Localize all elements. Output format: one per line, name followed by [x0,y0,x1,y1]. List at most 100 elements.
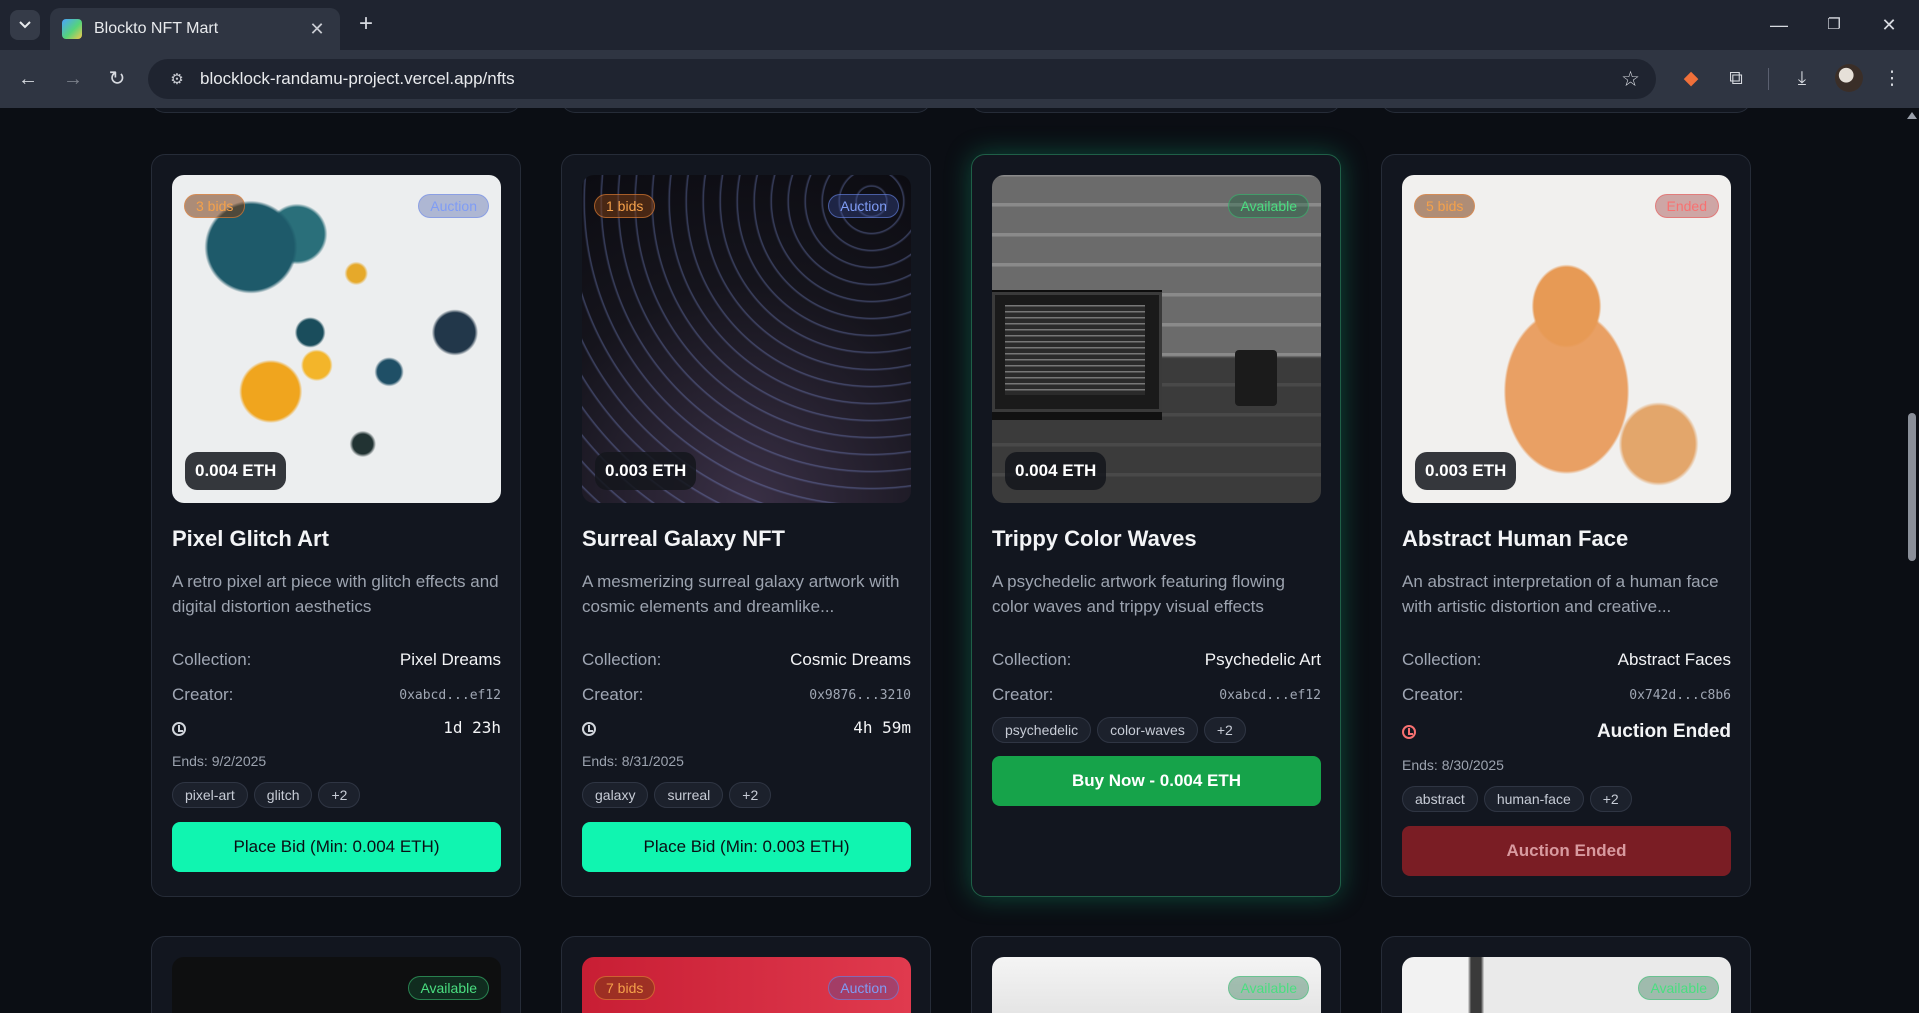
status-badge: Available [1638,976,1719,1000]
nft-title[interactable]: Pixel Glitch Art [172,526,329,552]
timer-icon [1402,725,1416,739]
nft-image[interactable]: Available 0.004 ETH [992,175,1321,503]
laptop-illustration [992,292,1162,412]
nft-title[interactable]: Trippy Color Waves [992,526,1197,552]
tag[interactable]: abstract [1402,786,1478,812]
place-bid-button[interactable]: Place Bid (Min: 0.004 ETH) [172,822,501,872]
price-badge: 0.003 ETH [595,452,697,490]
bid-count-badge: 5 bids [1414,194,1476,218]
metamask-extension-icon[interactable]: ◆ [1676,64,1706,94]
time-remaining: 1d 23h [443,718,501,737]
scroll-up-icon[interactable] [1907,112,1917,119]
bid-count-badge: 7 bids [594,976,656,1000]
forward-button[interactable]: → [58,64,88,94]
nft-card[interactable]: 1 bids Auction 0.003 ETH Surreal Galaxy … [561,154,931,897]
collection-label: Collection: [582,650,662,669]
restore-button[interactable]: ❐ [1819,10,1849,40]
more-tags[interactable]: +2 [1203,717,1246,743]
auction-end-date: Ends: 8/31/2025 [582,753,684,769]
status-badge: Ended [1654,194,1719,218]
timer-row: 4h 59m [582,718,911,742]
more-tags[interactable]: +2 [318,782,361,808]
nft-card[interactable]: Available [151,936,521,1013]
browser-toolbar: ← → ↻ ⚙ blocklock-randamu-project.vercel… [0,50,1919,108]
url-text[interactable]: blocklock-randamu-project.vercel.app/nft… [200,69,1621,89]
creator-label: Creator: [172,685,234,704]
close-window-button[interactable]: ✕ [1874,10,1904,40]
site-info-icon[interactable]: ⚙ [164,66,190,92]
nft-card[interactable]: 3 bids Auction 0.004 ETH Pixel Glitch Ar… [151,154,521,897]
minimize-button[interactable]: — [1764,10,1794,40]
nft-title[interactable]: Surreal Galaxy NFT [582,526,785,552]
creator-address: 0x9876...3210 [809,688,911,703]
toolbar-divider [1768,68,1769,90]
nft-image[interactable]: 1 bids Auction 0.003 ETH [582,175,911,503]
tag[interactable]: glitch [253,782,313,808]
reload-button[interactable]: ↻ [102,64,132,94]
creator-label: Creator: [582,685,644,704]
bookmark-star-icon[interactable]: ☆ [1621,67,1640,92]
creator-label: Creator: [1402,685,1464,704]
close-icon[interactable]: ✕ [306,19,328,40]
tag[interactable]: galaxy [582,782,649,808]
more-tags[interactable]: +2 [729,782,772,808]
chevron-down-icon [19,21,31,29]
tag-list: galaxy surreal +2 [582,782,772,808]
profile-avatar[interactable] [1835,64,1863,92]
more-menu-icon[interactable]: ⋮ [1877,64,1907,94]
nft-image[interactable]: 3 bids Auction 0.004 ETH [172,175,501,503]
nft-card[interactable]: Available [1381,936,1751,1013]
nft-image[interactable]: Available [1402,957,1731,1013]
buy-now-button[interactable]: Buy Now - 0.004 ETH [992,756,1321,806]
extensions-icon[interactable]: ⧉ [1721,64,1751,94]
creator-address: 0x742d...c8b6 [1629,688,1731,703]
nft-description: A psychedelic artwork featuring flowing … [992,572,1285,616]
auction-end-date: Ends: 8/30/2025 [1402,757,1504,773]
nft-image[interactable]: 5 bids Ended 0.003 ETH [1402,175,1731,503]
nft-card[interactable]: 5 bids Ended 0.003 ETH Abstract Human Fa… [1381,154,1751,897]
tag-list: psychedelic color-waves +2 [992,717,1246,743]
tab-search-button[interactable] [10,10,40,40]
page-scrollbar[interactable] [1904,108,1919,1013]
status-badge: Available [1228,976,1309,1000]
nft-title[interactable]: Abstract Human Face [1402,526,1628,552]
creator-label: Creator: [992,685,1054,704]
previous-card-edge [151,108,521,113]
status-badge: Available [408,976,489,1000]
nft-image[interactable]: Available [172,957,501,1013]
download-icon[interactable]: ⤓ [1787,64,1817,94]
previous-card-edge [971,108,1341,113]
nft-card[interactable]: Available [971,936,1341,1013]
address-bar[interactable]: ⚙ blocklock-randamu-project.vercel.app/n… [148,59,1656,99]
status-badge: Auction [828,194,899,218]
clock-icon [172,722,186,736]
collection-value: Pixel Dreams [399,650,501,669]
nft-image[interactable]: Available [992,957,1321,1013]
tag-list: abstract human-face +2 [1402,786,1632,812]
collection-value: Abstract Faces [1617,650,1731,669]
tag[interactable]: color-waves [1097,717,1198,743]
browser-tab-bar: Blockto NFT Mart ✕ + — ❐ ✕ [0,0,1919,50]
new-tab-button[interactable]: + [352,11,380,39]
nft-card[interactable]: 7 bids Auction [561,936,931,1013]
tag[interactable]: psychedelic [992,717,1092,743]
nft-description: An abstract interpretation of a human fa… [1402,572,1719,616]
collection-label: Collection: [1402,650,1482,669]
scrollbar-thumb[interactable] [1908,413,1916,561]
timer-row: 1d 23h [172,718,501,742]
collection-row: Collection: Psychedelic Art [992,650,1321,674]
place-bid-button[interactable]: Place Bid (Min: 0.003 ETH) [582,822,911,872]
nft-image[interactable]: 7 bids Auction [582,957,911,1013]
tag[interactable]: surreal [654,782,724,808]
nft-description: A retro pixel art piece with glitch effe… [172,572,499,616]
tag[interactable]: pixel-art [172,782,248,808]
price-badge: 0.003 ETH [1415,452,1517,490]
browser-tab[interactable]: Blockto NFT Mart ✕ [50,8,340,50]
nft-card[interactable]: Available 0.004 ETH Trippy Color Waves A… [971,154,1341,897]
price-badge: 0.004 ETH [1005,452,1107,490]
tag[interactable]: human-face [1483,786,1584,812]
creator-row: Creator: 0xabcd...ef12 [992,685,1321,709]
more-tags[interactable]: +2 [1589,786,1632,812]
back-button[interactable]: ← [13,64,43,94]
nft-description: A mesmerizing surreal galaxy artwork wit… [582,572,900,616]
